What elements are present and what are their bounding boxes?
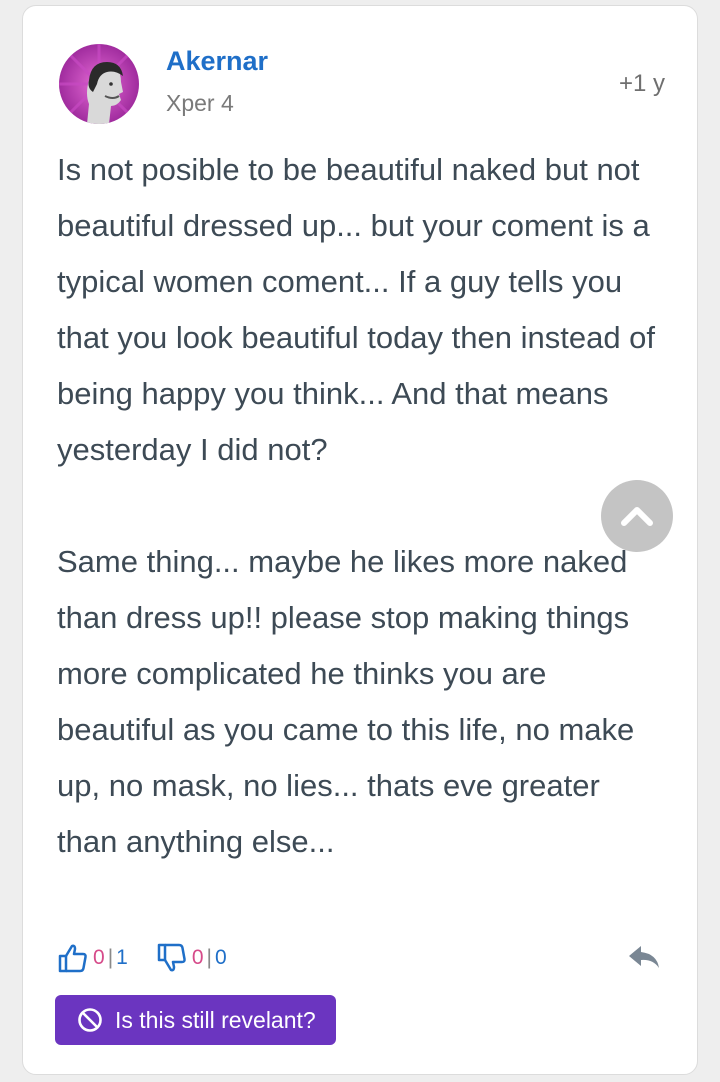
- thumbs-down-icon: [157, 943, 186, 972]
- still-relevant-label: Is this still revelant?: [115, 1006, 316, 1033]
- ban-icon: [78, 1008, 102, 1032]
- answer-body: Is not posible to be beautiful naked but…: [57, 142, 667, 870]
- xper-level: Xper 4: [166, 90, 234, 116]
- avatar[interactable]: [59, 44, 139, 124]
- thumbs-up-icon: [58, 944, 87, 973]
- still-relevant-button[interactable]: Is this still revelant?: [55, 995, 336, 1045]
- like-button[interactable]: 0 | 1: [57, 942, 128, 974]
- like-count-b: 1: [116, 946, 128, 969]
- dislike-count-a: 0: [191, 946, 204, 969]
- like-count-a: 0: [93, 946, 105, 969]
- author-name[interactable]: Akernar: [166, 46, 268, 77]
- post-time: +1 y: [618, 70, 665, 97]
- like-count-sep: |: [107, 946, 114, 969]
- answer-paragraph-1: Is not posible to be beautiful naked but…: [57, 152, 656, 467]
- vote-actions: 0 | 1 0 | 0: [57, 940, 255, 976]
- answer-card: Akernar Xper 4 +1 y Is not posible to be…: [22, 5, 698, 1075]
- reply-icon: [629, 946, 659, 968]
- chevron-up-icon: [621, 507, 653, 526]
- dislike-count-b: 0: [215, 946, 227, 969]
- dislike-count-sep: |: [206, 946, 212, 969]
- dislike-button[interactable]: 0 | 0: [156, 942, 227, 974]
- answer-paragraph-2: Same thing... maybe he likes more naked …: [57, 544, 635, 859]
- scroll-to-top-button[interactable]: [601, 480, 673, 552]
- reply-button[interactable]: [627, 942, 661, 972]
